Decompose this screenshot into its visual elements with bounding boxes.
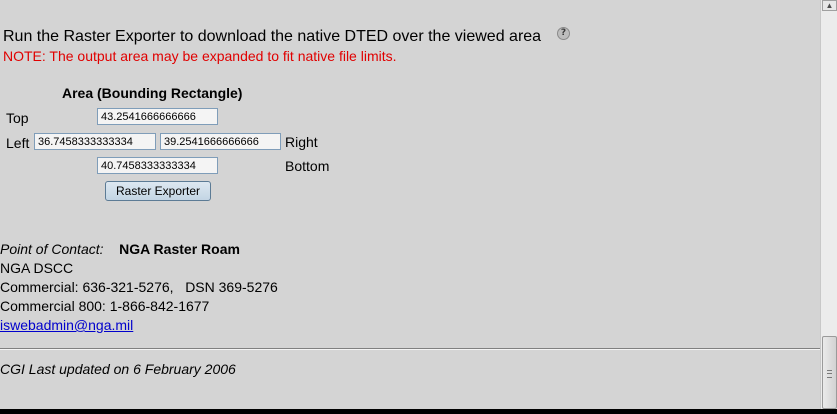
contact-org: NGA DSCC [0, 260, 74, 276]
contact-commercial: Commercial: 636-321-5276, DSN 369-5276 [0, 279, 278, 295]
content-area: Run the Raster Exporter to download the … [0, 0, 820, 410]
contact-email-link[interactable]: iswebadmin@nga.mil [0, 317, 133, 333]
expansion-note: NOTE: The output area may be expanded to… [3, 48, 397, 64]
bottom-coordinate-input[interactable] [97, 157, 218, 174]
right-coordinate-input[interactable] [160, 133, 281, 150]
area-title: Area (Bounding Rectangle) [62, 85, 243, 101]
bottom-label: Bottom [285, 158, 330, 174]
left-coordinate-input[interactable] [34, 133, 156, 150]
contact-commercial-800: Commercial 800: 1-866-842-1677 [0, 298, 210, 314]
vertical-scrollbar[interactable]: ▲ [820, 0, 837, 409]
window-bottom-edge [0, 409, 837, 414]
raster-exporter-button[interactable]: Raster Exporter [105, 181, 211, 201]
scroll-up-arrow-icon[interactable]: ▲ [822, 0, 837, 11]
contact-name: NGA Raster Roam [119, 241, 240, 257]
last-updated: CGI Last updated on 6 February 2006 [0, 361, 236, 377]
contact-label: Point of Contact: [0, 241, 104, 257]
right-label: Right [285, 134, 318, 150]
help-icon[interactable]: ? [557, 27, 570, 40]
contact-heading-row: Point of Contact: NGA Raster Roam [0, 240, 278, 259]
top-label: Top [6, 110, 29, 126]
grip-icon [827, 370, 832, 378]
top-coordinate-input[interactable] [97, 108, 218, 125]
page: Run the Raster Exporter to download the … [0, 0, 837, 414]
scroll-thumb[interactable] [822, 336, 837, 409]
point-of-contact: Point of Contact: NGA Raster Roam NGA DS… [0, 240, 278, 335]
divider [0, 348, 820, 350]
left-label: Left [6, 135, 30, 151]
page-headline: Run the Raster Exporter to download the … [3, 28, 542, 45]
